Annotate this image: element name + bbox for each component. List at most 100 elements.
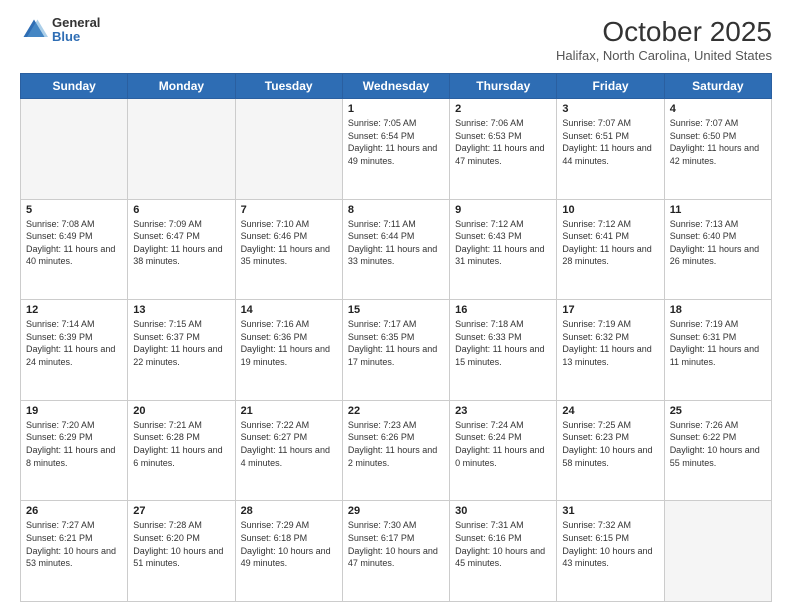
calendar-day-cell	[664, 501, 771, 602]
day-info: Sunrise: 7:15 AM Sunset: 6:37 PM Dayligh…	[133, 318, 229, 368]
calendar-day-cell: 6Sunrise: 7:09 AM Sunset: 6:47 PM Daylig…	[128, 199, 235, 300]
day-info: Sunrise: 7:32 AM Sunset: 6:15 PM Dayligh…	[562, 519, 658, 569]
day-number: 3	[562, 103, 658, 115]
calendar-week-row: 12 Sunrise: 7:14 AM Sunset: 6:39 PM Dayli…	[21, 300, 772, 401]
header: General Blue October 2025 Halifax, North…	[20, 16, 772, 63]
page: General Blue October 2025 Halifax, North…	[0, 0, 792, 612]
calendar-day-cell: 20 Sunrise: 7:21 AM Sunset: 6:28 PM Dayli…	[128, 400, 235, 501]
day-number: 25	[670, 405, 766, 417]
calendar-day-cell: 12 Sunrise: 7:14 AM Sunset: 6:39 PM Dayli…	[21, 300, 128, 401]
day-info: Sunrise: 7:07 AM Sunset: 6:51 PM Dayligh…	[562, 117, 658, 167]
day-number: 21	[241, 405, 337, 417]
calendar-day-cell: 30 Sunrise: 7:31 AM Sunset: 6:16 PM Dayli…	[450, 501, 557, 602]
calendar-weekday-header: Saturday	[664, 74, 771, 99]
logo-blue: Blue	[52, 30, 100, 44]
day-number: 2	[455, 103, 551, 115]
logo: General Blue	[20, 16, 100, 45]
day-info: Sunrise: 7:12 AM Sunset: 6:41 PM Dayligh…	[562, 218, 658, 268]
day-info: Sunrise: 7:18 AM Sunset: 6:33 PM Dayligh…	[455, 318, 551, 368]
day-info: Sunrise: 7:20 AM Sunset: 6:29 PM Dayligh…	[26, 419, 122, 469]
day-number: 17	[562, 304, 658, 316]
calendar-week-row: 1 Sunrise: 7:05 AM Sunset: 6:54 PM Daylig…	[21, 99, 772, 200]
day-number: 7	[241, 204, 337, 216]
calendar-day-cell: 21 Sunrise: 7:22 AM Sunset: 6:27 PM Dayli…	[235, 400, 342, 501]
day-number: 9	[455, 204, 551, 216]
day-info: Sunrise: 7:12 AM Sunset: 6:43 PM Dayligh…	[455, 218, 551, 268]
day-info: Sunrise: 7:05 AM Sunset: 6:54 PM Dayligh…	[348, 117, 444, 167]
logo-text: General Blue	[52, 16, 100, 45]
calendar-day-cell: 14Sunrise: 7:16 AM Sunset: 6:36 PM Dayli…	[235, 300, 342, 401]
calendar-week-row: 26 Sunrise: 7:27 AM Sunset: 6:21 PM Dayli…	[21, 501, 772, 602]
calendar-day-cell: 24Sunrise: 7:25 AM Sunset: 6:23 PM Dayli…	[557, 400, 664, 501]
day-number: 16	[455, 304, 551, 316]
calendar-weekday-header: Friday	[557, 74, 664, 99]
calendar-day-cell: 29 Sunrise: 7:30 AM Sunset: 6:17 PM Dayli…	[342, 501, 449, 602]
calendar-day-cell: 18Sunrise: 7:19 AM Sunset: 6:31 PM Dayli…	[664, 300, 771, 401]
day-info: Sunrise: 7:30 AM Sunset: 6:17 PM Dayligh…	[348, 519, 444, 569]
day-number: 19	[26, 405, 122, 417]
calendar-day-cell: 10 Sunrise: 7:12 AM Sunset: 6:41 PM Dayli…	[557, 199, 664, 300]
logo-icon	[20, 16, 48, 44]
day-info: Sunrise: 7:31 AM Sunset: 6:16 PM Dayligh…	[455, 519, 551, 569]
day-number: 8	[348, 204, 444, 216]
day-info: Sunrise: 7:23 AM Sunset: 6:26 PM Dayligh…	[348, 419, 444, 469]
calendar-day-cell: 7 Sunrise: 7:10 AM Sunset: 6:46 PM Daylig…	[235, 199, 342, 300]
calendar-day-cell: 16 Sunrise: 7:18 AM Sunset: 6:33 PM Dayli…	[450, 300, 557, 401]
title-block: October 2025 Halifax, North Carolina, Un…	[556, 16, 772, 63]
day-info: Sunrise: 7:19 AM Sunset: 6:31 PM Dayligh…	[670, 318, 766, 368]
calendar-day-cell: 3 Sunrise: 7:07 AM Sunset: 6:51 PM Daylig…	[557, 99, 664, 200]
calendar-day-cell	[21, 99, 128, 200]
day-number: 15	[348, 304, 444, 316]
calendar-day-cell: 15 Sunrise: 7:17 AM Sunset: 6:35 PM Dayli…	[342, 300, 449, 401]
calendar-day-cell	[235, 99, 342, 200]
calendar-day-cell: 22 Sunrise: 7:23 AM Sunset: 6:26 PM Dayli…	[342, 400, 449, 501]
day-number: 22	[348, 405, 444, 417]
day-info: Sunrise: 7:21 AM Sunset: 6:28 PM Dayligh…	[133, 419, 229, 469]
day-info: Sunrise: 7:17 AM Sunset: 6:35 PM Dayligh…	[348, 318, 444, 368]
calendar-day-cell: 23Sunrise: 7:24 AM Sunset: 6:24 PM Dayli…	[450, 400, 557, 501]
day-number: 28	[241, 505, 337, 517]
calendar-weekday-header: Sunday	[21, 74, 128, 99]
calendar-weekday-header: Tuesday	[235, 74, 342, 99]
day-number: 27	[133, 505, 229, 517]
day-info: Sunrise: 7:25 AM Sunset: 6:23 PM Dayligh…	[562, 419, 658, 469]
day-info: Sunrise: 7:27 AM Sunset: 6:21 PM Dayligh…	[26, 519, 122, 569]
day-number: 11	[670, 204, 766, 216]
calendar-day-cell: 9 Sunrise: 7:12 AM Sunset: 6:43 PM Daylig…	[450, 199, 557, 300]
day-number: 6	[133, 204, 229, 216]
logo-general: General	[52, 16, 100, 30]
day-number: 30	[455, 505, 551, 517]
calendar-week-row: 19 Sunrise: 7:20 AM Sunset: 6:29 PM Dayli…	[21, 400, 772, 501]
calendar-day-cell: 28Sunrise: 7:29 AM Sunset: 6:18 PM Dayli…	[235, 501, 342, 602]
calendar-day-cell: 27Sunrise: 7:28 AM Sunset: 6:20 PM Dayli…	[128, 501, 235, 602]
calendar-day-cell: 25Sunrise: 7:26 AM Sunset: 6:22 PM Dayli…	[664, 400, 771, 501]
day-info: Sunrise: 7:10 AM Sunset: 6:46 PM Dayligh…	[241, 218, 337, 268]
main-title: October 2025	[556, 16, 772, 48]
day-number: 12	[26, 304, 122, 316]
day-number: 5	[26, 204, 122, 216]
day-info: Sunrise: 7:14 AM Sunset: 6:39 PM Dayligh…	[26, 318, 122, 368]
day-number: 1	[348, 103, 444, 115]
day-number: 14	[241, 304, 337, 316]
day-number: 4	[670, 103, 766, 115]
day-number: 20	[133, 405, 229, 417]
day-info: Sunrise: 7:08 AM Sunset: 6:49 PM Dayligh…	[26, 218, 122, 268]
calendar-day-cell: 8 Sunrise: 7:11 AM Sunset: 6:44 PM Daylig…	[342, 199, 449, 300]
calendar-day-cell: 17 Sunrise: 7:19 AM Sunset: 6:32 PM Dayli…	[557, 300, 664, 401]
calendar-weekday-header: Monday	[128, 74, 235, 99]
calendar-weekday-header: Thursday	[450, 74, 557, 99]
day-info: Sunrise: 7:24 AM Sunset: 6:24 PM Dayligh…	[455, 419, 551, 469]
calendar-day-cell: 31 Sunrise: 7:32 AM Sunset: 6:15 PM Dayli…	[557, 501, 664, 602]
calendar-day-cell: 1 Sunrise: 7:05 AM Sunset: 6:54 PM Daylig…	[342, 99, 449, 200]
day-info: Sunrise: 7:07 AM Sunset: 6:50 PM Dayligh…	[670, 117, 766, 167]
day-number: 26	[26, 505, 122, 517]
day-info: Sunrise: 7:22 AM Sunset: 6:27 PM Dayligh…	[241, 419, 337, 469]
day-info: Sunrise: 7:19 AM Sunset: 6:32 PM Dayligh…	[562, 318, 658, 368]
calendar-day-cell: 26 Sunrise: 7:27 AM Sunset: 6:21 PM Dayli…	[21, 501, 128, 602]
calendar-day-cell: 13Sunrise: 7:15 AM Sunset: 6:37 PM Dayli…	[128, 300, 235, 401]
day-number: 31	[562, 505, 658, 517]
calendar-day-cell: 4 Sunrise: 7:07 AM Sunset: 6:50 PM Daylig…	[664, 99, 771, 200]
day-number: 29	[348, 505, 444, 517]
day-number: 10	[562, 204, 658, 216]
day-info: Sunrise: 7:11 AM Sunset: 6:44 PM Dayligh…	[348, 218, 444, 268]
